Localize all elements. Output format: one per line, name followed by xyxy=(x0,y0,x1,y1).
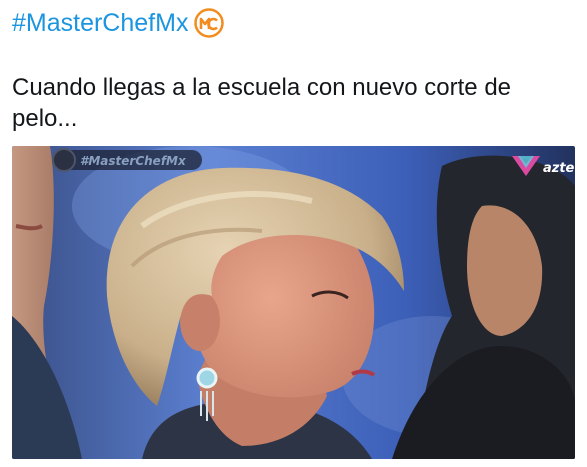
tweet-text: Cuando llegas a la escuela con nuevo cor… xyxy=(12,74,512,132)
masterchef-logo-icon xyxy=(194,8,225,38)
earring xyxy=(196,367,218,421)
hashtag-link[interactable]: #MasterChefMx xyxy=(12,9,188,38)
hashtag-row: #MasterChefMx xyxy=(12,8,225,38)
tv-hashtag-text: #MasterChefMx xyxy=(80,154,187,168)
photo-scene: #MasterChefMx azte xyxy=(12,146,575,459)
network-logo-text: azte xyxy=(543,161,575,176)
tv-hashtag-overlay: #MasterChefMx xyxy=(52,148,202,172)
tweet-photo[interactable]: #MasterChefMx azte xyxy=(12,146,575,459)
